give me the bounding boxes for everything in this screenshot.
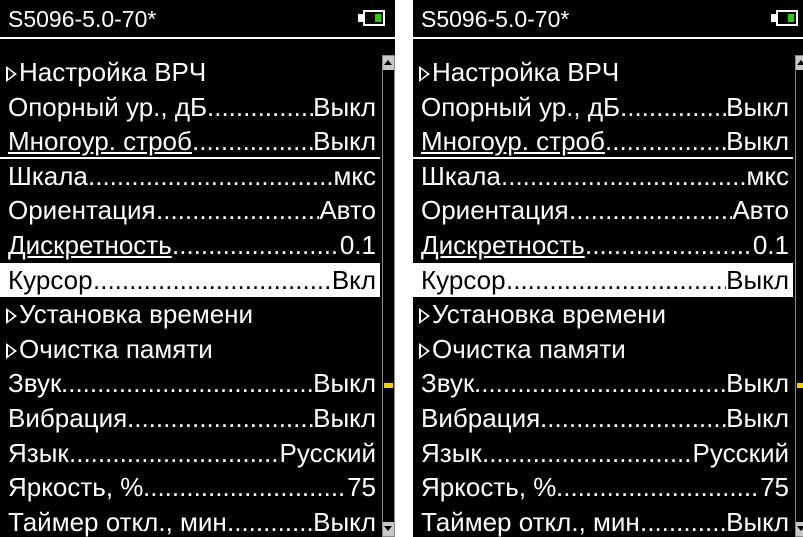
leader-dots: ........................................… <box>207 91 313 122</box>
menu-item-resolution[interactable]: Дискретность0.1.........................… <box>0 228 380 263</box>
menu-item-orientation[interactable]: ОриентацияАвто..........................… <box>0 193 380 228</box>
submenu-arrow-icon <box>6 308 17 325</box>
menu-item-orientation[interactable]: ОриентацияАвто..........................… <box>413 193 793 228</box>
leader-dots: ........................................… <box>474 368 726 399</box>
submenu-arrow-icon <box>6 66 17 82</box>
menu-item-sound[interactable]: Звук Выкл................................… <box>0 366 380 401</box>
leader-dots: ........................................… <box>61 368 313 399</box>
menu-item-scale[interactable]: Шкала мкс................................… <box>413 159 793 194</box>
submenu-arrow-icon <box>419 66 430 82</box>
menu-item-reference-level[interactable]: Опорный ур., дБВыкл.....................… <box>0 90 380 125</box>
menu-item-brightness[interactable]: Яркость, % 75............................… <box>413 470 793 505</box>
submenu-arrow-icon <box>419 308 430 325</box>
scroll-up-icon[interactable] <box>383 56 394 70</box>
leader-dots: ........................................… <box>501 160 746 191</box>
leader-dots: ........................................… <box>227 506 313 537</box>
scroll-down-icon[interactable] <box>796 522 803 536</box>
scrollbar[interactable] <box>382 55 395 537</box>
leader-dots: ........................................… <box>605 126 726 157</box>
leader-dots: ........................................… <box>93 264 332 295</box>
header-bar: S5096-5.0-70* <box>0 0 395 39</box>
menu-item-vibration[interactable]: ВибрацияВыкл............................… <box>0 401 380 436</box>
scrollbar-thumb[interactable] <box>797 383 803 388</box>
battery-icon <box>363 10 385 26</box>
leader-dots: ........................................… <box>172 229 340 260</box>
settings-menu: Настройка ВРЧ Опорный ур., дБ Выкл.......… <box>413 55 793 537</box>
leader-dots: ........................................… <box>585 229 753 260</box>
menu-item-sound[interactable]: Звук Выкл................................… <box>413 366 793 401</box>
menu-item-cursor[interactable]: Курсор Выкл..............................… <box>413 262 793 298</box>
leader-dots: ........................................… <box>540 402 726 433</box>
menu-item-reference-level[interactable]: Опорный ур., дБВыкл.....................… <box>413 90 793 125</box>
menu-item-tcg-setup[interactable]: Настройка ВРЧ <box>413 55 793 90</box>
leader-dots: ........................................… <box>569 195 732 226</box>
menu-item-clear-memory[interactable]: Очистка памяти <box>413 332 793 367</box>
menu-item-off-timer[interactable]: Таймер откл., минВыкл...................… <box>413 505 793 537</box>
scrollbar-thumb[interactable] <box>384 383 393 388</box>
menu-item-set-time[interactable]: Установка времени <box>413 297 793 332</box>
menu-item-language[interactable]: Язык Русский.............................… <box>413 436 793 471</box>
leader-dots: ........................................… <box>127 402 313 433</box>
menu-item-off-timer[interactable]: Таймер откл., минВыкл...................… <box>0 505 380 537</box>
menu-item-cursor[interactable]: Курсор Вкл...............................… <box>0 262 380 298</box>
menu-item-scale[interactable]: Шкала мкс................................… <box>0 159 380 194</box>
menu-item-multilevel-gate[interactable]: Многоур. стробВыкл......................… <box>0 124 380 159</box>
device-screen-left: S5096-5.0-70* Настройка ВРЧ Опорный ур.,… <box>0 0 395 537</box>
scroll-up-icon[interactable] <box>796 56 803 70</box>
scroll-down-icon[interactable] <box>383 522 394 536</box>
leader-dots: ........................................… <box>620 91 726 122</box>
leader-dots: ........................................… <box>506 264 726 295</box>
submenu-arrow-icon <box>419 342 430 359</box>
leader-dots: ........................................… <box>556 472 760 503</box>
battery-icon <box>776 10 798 26</box>
leader-dots: ........................................… <box>156 195 319 226</box>
menu-item-multilevel-gate[interactable]: Многоур. стробВыкл......................… <box>413 124 793 159</box>
menu-item-vibration[interactable]: ВибрацияВыкл............................… <box>413 401 793 436</box>
settings-menu: Настройка ВРЧ Опорный ур., дБ Выкл.......… <box>0 55 380 537</box>
menu-item-brightness[interactable]: Яркость, % 75............................… <box>0 470 380 505</box>
leader-dots: ........................................… <box>192 126 313 157</box>
header-bar: S5096-5.0-70* <box>413 0 803 39</box>
leader-dots: ........................................… <box>640 506 726 537</box>
menu-item-language[interactable]: Язык Русский.............................… <box>0 436 380 471</box>
leader-dots: ........................................… <box>69 437 280 468</box>
submenu-arrow-icon <box>6 342 17 359</box>
probe-title: S5096-5.0-70* <box>8 6 157 32</box>
leader-dots: ........................................… <box>143 472 347 503</box>
menu-item-tcg-setup[interactable]: Настройка ВРЧ <box>0 55 380 90</box>
scrollbar[interactable] <box>795 55 803 537</box>
device-screen-right: S5096-5.0-70* Настройка ВРЧ Опорный ур.,… <box>413 0 803 537</box>
leader-dots: ........................................… <box>482 437 693 468</box>
menu-item-resolution[interactable]: Дискретность0.1.........................… <box>413 228 793 263</box>
menu-item-clear-memory[interactable]: Очистка памяти <box>0 332 380 367</box>
leader-dots: ........................................… <box>88 160 333 191</box>
probe-title: S5096-5.0-70* <box>421 6 570 32</box>
menu-item-set-time[interactable]: Установка времени <box>0 297 380 332</box>
